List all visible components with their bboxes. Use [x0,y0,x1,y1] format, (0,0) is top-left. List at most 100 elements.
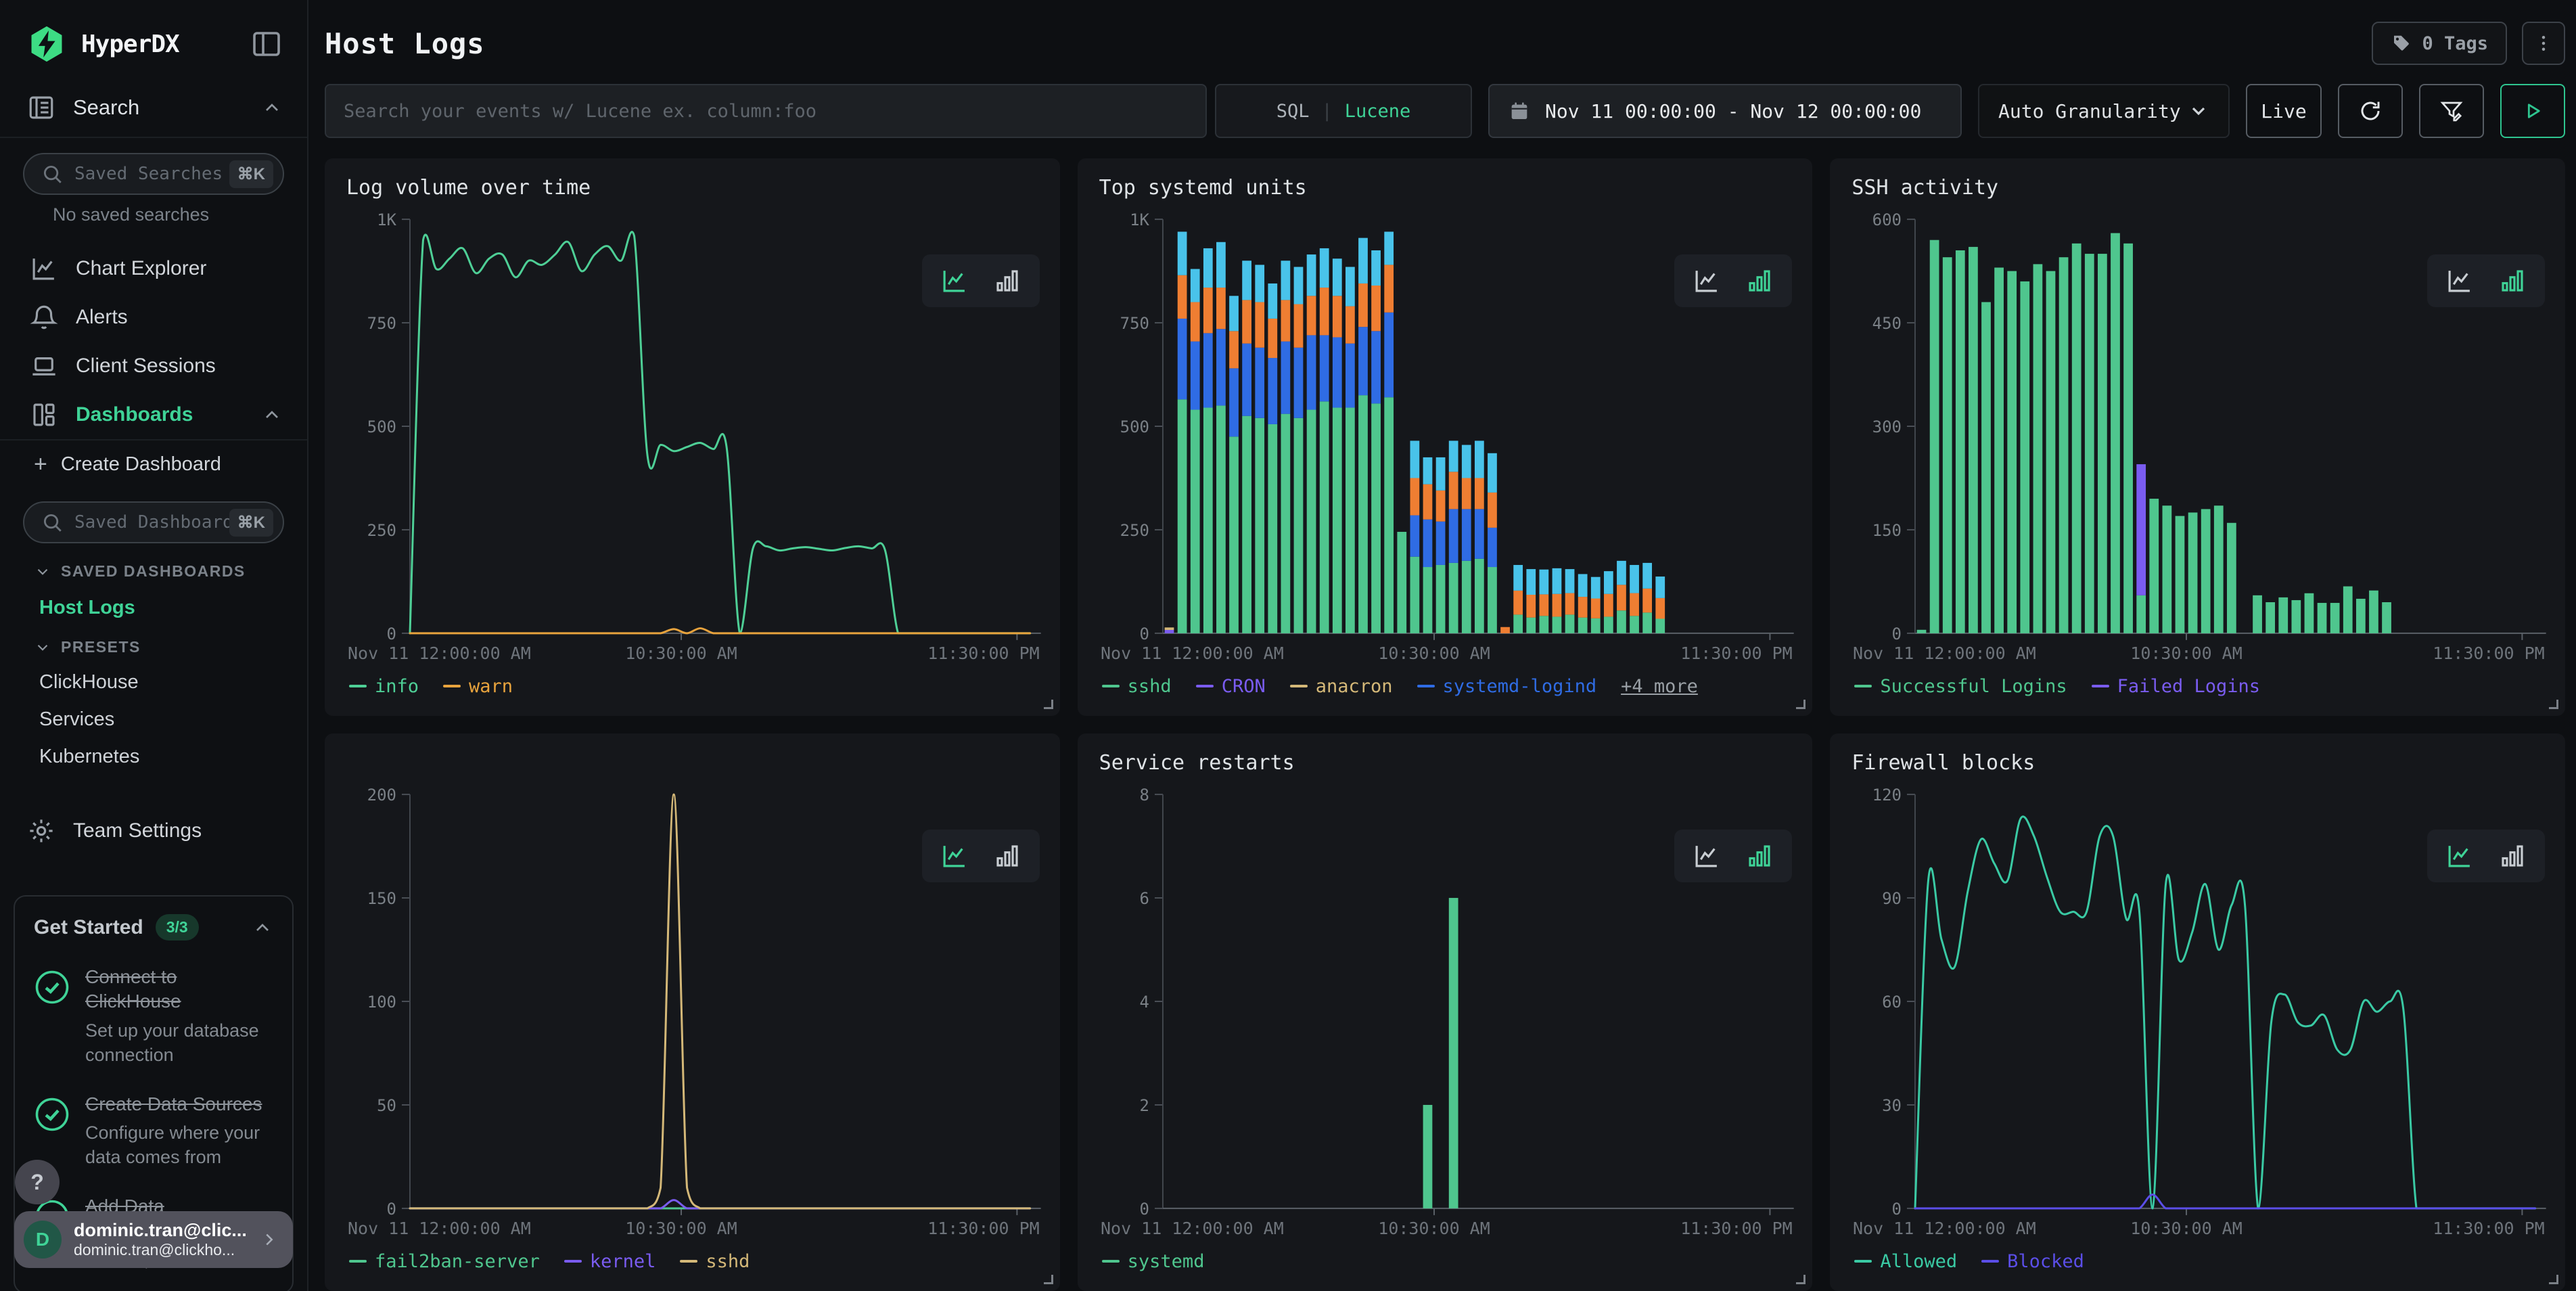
calendar-icon [1509,100,1530,122]
line-chart-toggle-icon[interactable] [938,267,971,295]
dashboards-icon [30,401,58,429]
svg-text:500: 500 [1120,417,1149,436]
help-button[interactable]: ? [15,1160,60,1204]
legend-item[interactable]: Allowed [1854,1251,1957,1272]
legend-item[interactable]: fail2ban-server [349,1251,540,1272]
bar-chart-toggle-icon[interactable] [2496,267,2529,295]
svg-text:100: 100 [367,993,396,1012]
tags-label: 0 Tags [2422,33,2488,54]
chart-type-toggle [1674,254,1792,307]
check-circle-icon [34,969,70,1005]
step-description: Set up your database connection [85,1018,273,1068]
saved-dashboards-section-header[interactable]: SAVED DASHBOARDS [34,562,307,581]
legend-item[interactable]: sshd [680,1251,750,1272]
resize-handle[interactable] [1796,700,1806,709]
resize-handle[interactable] [1796,1275,1806,1284]
legend-item[interactable]: systemd-logind [1417,676,1597,697]
legend-item[interactable]: Failed Logins [2092,676,2260,697]
resize-handle[interactable] [2549,700,2558,709]
create-dashboard-label: Create Dashboard [61,453,221,476]
bar-chart-toggle-icon[interactable] [2496,842,2529,870]
bar-chart-toggle-icon[interactable] [991,842,1024,870]
sidebar-item-chart-explorer[interactable]: Chart Explorer [0,244,307,293]
panel-title: Firewall blocks [1847,751,2548,784]
get-started-step[interactable]: Connect to ClickHouse Set up your databa… [34,965,273,1068]
chart-legend: systemd [1095,1241,1795,1282]
sidebar-item-host-logs[interactable]: Host Logs [39,597,307,619]
sidebar-item-dashboards[interactable]: Dashboards [0,390,307,439]
line-chart-toggle-icon[interactable] [1690,267,1723,295]
line-chart-toggle-icon[interactable] [2443,267,2476,295]
live-button[interactable]: Live [2246,84,2322,138]
sidebar-item-clickhouse[interactable]: ClickHouse [39,671,307,694]
svg-text:450: 450 [1872,314,1902,333]
step-title: Connect to ClickHouse [85,965,273,1014]
resize-handle[interactable] [1044,700,1053,709]
svg-text:1K: 1K [377,210,396,229]
query-language-toggle[interactable]: SQL | Lucene [1215,84,1472,138]
tags-button[interactable]: 0 Tags [2372,22,2507,65]
sidebar-item-services[interactable]: Services [39,708,307,731]
legend-item[interactable]: Successful Logins [1854,676,2067,697]
granularity-select[interactable]: Auto Granularity [1978,84,2230,138]
chevron-right-icon [259,1229,279,1250]
refresh-button[interactable] [2338,84,2403,138]
lucene-option[interactable]: Lucene [1345,101,1411,122]
legend-item[interactable]: kernel [564,1251,656,1272]
saved-searches-field[interactable] [74,164,229,184]
line-chart-toggle-icon[interactable] [938,842,971,870]
more-options-button[interactable] [2522,22,2565,65]
sidebar-collapse-icon[interactable] [250,28,283,60]
saved-dashboards-field[interactable] [74,512,229,533]
shortcut-badge: ⌘K [229,509,273,537]
legend-item[interactable]: anacron [1290,676,1393,697]
sidebar-item-label: Dashboards [76,403,261,426]
resize-handle[interactable] [2549,1275,2558,1284]
svg-text:0: 0 [1892,625,1902,643]
bar-chart-toggle-icon[interactable] [1743,842,1776,870]
search-input[interactable] [325,84,1207,138]
get-started-header[interactable]: Get Started 3/3 [34,914,273,941]
legend-item[interactable]: Blocked [1981,1251,2084,1272]
filter-button[interactable] [2419,84,2484,138]
saved-searches-input[interactable]: ⌘K [23,153,284,195]
legend-item[interactable]: systemd [1102,1251,1205,1272]
legend-item[interactable]: info [349,676,419,697]
svg-text:11:30:00 PM: 11:30:00 PM [1680,643,1792,663]
svg-text:250: 250 [367,521,396,540]
bar-chart-toggle-icon[interactable] [991,267,1024,295]
sidebar-item-client-sessions[interactable]: Client Sessions [0,342,307,390]
user-menu[interactable]: D dominic.tran@clic... dominic.tran@clic… [14,1211,293,1268]
svg-text:500: 500 [367,417,396,436]
sql-option[interactable]: SQL [1276,101,1310,122]
panel-title: Service restarts [1095,751,1795,784]
sidebar-item-kubernetes[interactable]: Kubernetes [39,746,307,768]
legend-item[interactable]: CRON [1196,676,1266,697]
sidebar-item-team-settings[interactable]: Team Settings [0,806,307,856]
panel-title: SSH activity [1847,176,2548,208]
chart-explorer-icon [30,254,58,283]
resize-handle[interactable] [1044,1275,1053,1284]
legend-item[interactable]: sshd [1102,676,1172,697]
line-chart-toggle-icon[interactable] [2443,842,2476,870]
sidebar-item-search[interactable]: Search [0,83,307,137]
bar-chart-toggle-icon[interactable] [1743,267,1776,295]
saved-dashboards-input[interactable]: ⌘K [23,501,284,543]
run-query-button[interactable] [2500,84,2565,138]
svg-text:300: 300 [1872,417,1902,436]
legend-item[interactable]: warn [443,676,513,697]
line-chart-toggle-icon[interactable] [1690,842,1723,870]
sidebar-item-alerts[interactable]: Alerts [0,293,307,342]
svg-text:120: 120 [1872,786,1902,805]
user-name: dominic.tran@clic... [74,1220,247,1241]
chevron-up-icon [261,404,283,426]
legend-more-link[interactable]: +4 more [1621,676,1698,697]
no-saved-searches-text: No saved searches [53,204,307,225]
create-dashboard-button[interactable]: + Create Dashboard [0,440,307,486]
presets-section-header[interactable]: PRESETS [34,638,307,656]
svg-text:150: 150 [367,889,396,908]
get-started-step[interactable]: Create Data Sources Configure where your… [34,1092,273,1170]
time-range-picker[interactable]: Nov 11 00:00:00 - Nov 12 00:00:00 [1488,84,1962,138]
chevron-down-icon [2188,100,2209,122]
divider [0,137,307,138]
